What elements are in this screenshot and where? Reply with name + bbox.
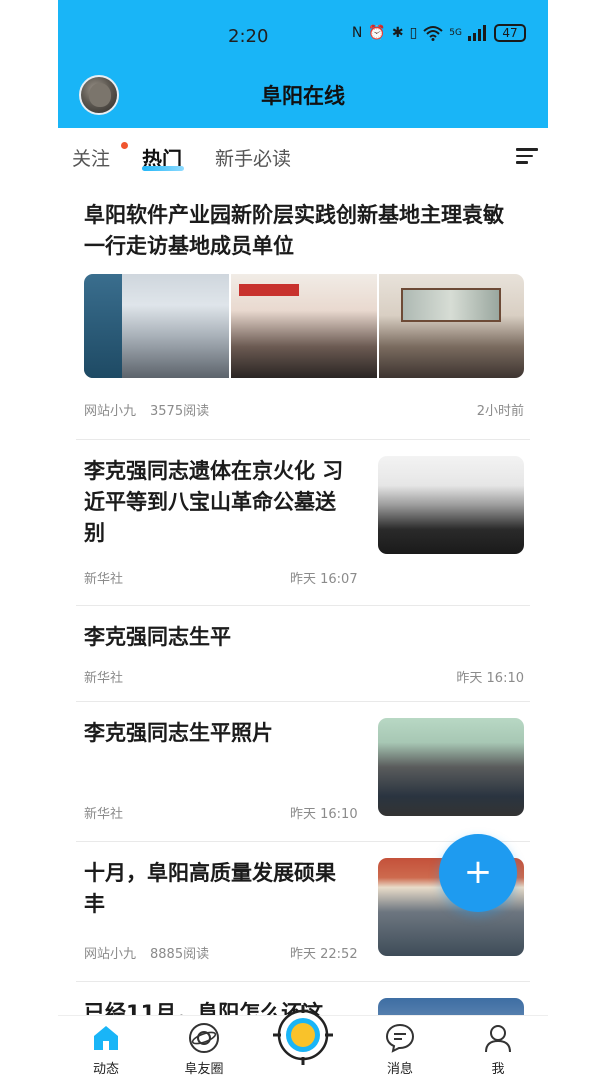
menu-icon[interactable] bbox=[516, 148, 538, 166]
alarm-icon: ⏰ bbox=[368, 25, 386, 41]
article-images bbox=[84, 274, 524, 378]
add-post-button[interactable]: + bbox=[439, 834, 517, 912]
article-source: 新华社 bbox=[84, 807, 124, 822]
tab-beginner-guide[interactable]: 新手必读 bbox=[215, 144, 291, 171]
article-time: 昨天 22:52 bbox=[290, 947, 358, 962]
article-meta: 网站小九 8885阅读 bbox=[84, 943, 209, 962]
nav-label: 动态 bbox=[92, 1062, 119, 1077]
article-image bbox=[378, 274, 524, 378]
article-image bbox=[84, 274, 230, 378]
article-thumbnail bbox=[378, 456, 524, 554]
list-item[interactable]: 阜阳软件产业园新阶层实践创新基地主理袁敏一行走访基地成员单位 网站小九 3575阅… bbox=[76, 184, 530, 440]
vibrate-icon: ▯ bbox=[409, 25, 418, 41]
article-title: 李克强同志生平照片 bbox=[84, 721, 273, 745]
list-item[interactable]: 李克强同志生平照片 新华社 昨天 16:10 bbox=[76, 702, 530, 842]
user-icon bbox=[485, 1025, 511, 1053]
active-tab-indicator bbox=[142, 166, 184, 171]
nav-label: 消息 bbox=[386, 1062, 413, 1077]
article-time: 昨天 16:10 bbox=[290, 807, 358, 822]
status-icons: N ⏰ ✱ ▯ 5G 47 bbox=[352, 24, 526, 42]
battery-icon: 47 bbox=[494, 24, 526, 42]
nav-dynamics[interactable]: 动态 bbox=[66, 1022, 146, 1077]
article-time: 2小时前 bbox=[476, 404, 524, 419]
article-image bbox=[231, 274, 377, 378]
article-title: 十月，阜阳高质量发展硕果丰 bbox=[84, 861, 336, 916]
app-screen: 2:20 N ⏰ ✱ ▯ 5G 47 阜阳在线 关注 热门 新手必读 阜阳软件产… bbox=[58, 0, 548, 1080]
nav-messages[interactable]: 消息 bbox=[360, 1022, 440, 1077]
nav-label: 阜友圈 bbox=[184, 1062, 224, 1077]
home-icon bbox=[94, 1026, 118, 1050]
signal-icon bbox=[468, 25, 486, 41]
article-source: 新华社 bbox=[84, 671, 124, 686]
article-time: 昨天 16:10 bbox=[456, 671, 524, 686]
article-meta: 网站小九 3575阅读 bbox=[84, 400, 209, 419]
list-item[interactable]: 李克强同志生平 新华社 昨天 16:10 bbox=[76, 606, 530, 702]
tab-follow[interactable]: 关注 bbox=[72, 144, 110, 171]
news-feed: 阜阳软件产业园新阶层实践创新基地主理袁敏一行走访基地成员单位 网站小九 3575阅… bbox=[76, 184, 530, 1058]
tab-bar: 关注 热门 新手必读 bbox=[58, 128, 548, 183]
article-title: 李克强同志遗体在京火化 习近平等到八宝山革命公墓送别 bbox=[84, 459, 344, 545]
page-title: 阜阳在线 bbox=[261, 84, 345, 108]
article-source: 网站小九 bbox=[84, 947, 137, 962]
article-source: 新华社 bbox=[84, 572, 124, 587]
article-reads: 8885阅读 bbox=[150, 947, 210, 962]
article-reads: 3575阅读 bbox=[150, 404, 210, 419]
bluetooth-icon: ✱ bbox=[391, 25, 404, 41]
article-time: 昨天 16:07 bbox=[290, 572, 358, 587]
notification-dot bbox=[121, 142, 128, 149]
nfc-icon: N bbox=[351, 25, 363, 41]
list-item[interactable]: 李克强同志遗体在京火化 习近平等到八宝山革命公墓送别 新华社 昨天 16:07 bbox=[76, 440, 530, 606]
planet-icon bbox=[189, 1023, 219, 1053]
article-title: 阜阳软件产业园新阶层实践创新基地主理袁敏一行走访基地成员单位 bbox=[84, 203, 504, 258]
nav-label: 我 bbox=[491, 1062, 505, 1077]
nav-me[interactable]: 我 bbox=[458, 1022, 538, 1077]
wifi-icon bbox=[423, 26, 443, 41]
discover-center-icon[interactable] bbox=[271, 1003, 335, 1067]
app-header: 2:20 N ⏰ ✱ ▯ 5G 47 阜阳在线 bbox=[58, 0, 548, 128]
message-icon bbox=[385, 1023, 415, 1053]
status-time: 2:20 bbox=[228, 26, 269, 47]
article-title: 李克强同志生平 bbox=[84, 625, 231, 649]
article-source: 网站小九 bbox=[84, 404, 137, 419]
nav-friends-circle[interactable]: 阜友圈 bbox=[164, 1022, 244, 1077]
network-type: 5G bbox=[449, 28, 462, 38]
article-thumbnail bbox=[378, 718, 524, 816]
